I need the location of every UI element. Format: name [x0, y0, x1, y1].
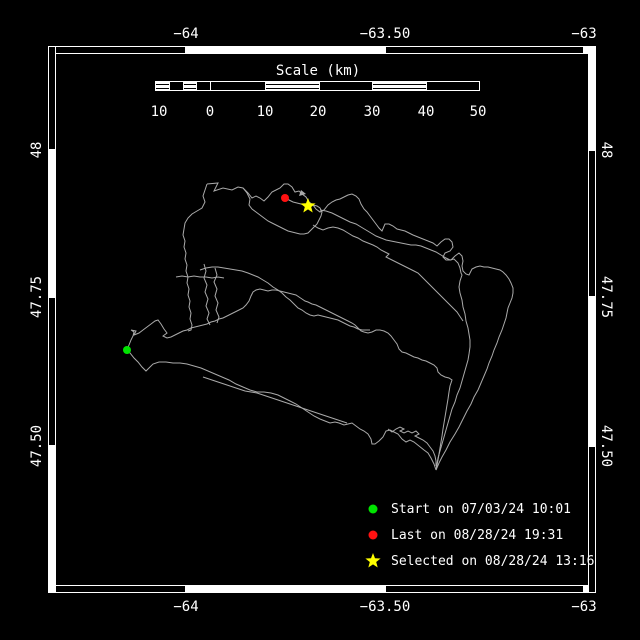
track-line-1	[126, 349, 437, 471]
legend-label-1: Last on 08/28/24 19:31	[391, 527, 564, 543]
legend-label-2: Selected on 08/28/24 13:16	[391, 553, 595, 569]
dot-icon	[368, 504, 378, 514]
direction-marker	[299, 190, 306, 196]
star-icon	[365, 553, 381, 568]
legend-item-2: Selected on 08/28/24 13:16	[364, 551, 595, 571]
track-line-2	[126, 288, 453, 471]
track-line-10	[213, 267, 220, 324]
track-line-4	[199, 266, 370, 331]
track-line-9	[203, 263, 211, 326]
dot-icon	[368, 530, 378, 540]
legend-item-1: Last on 08/28/24 19:31	[364, 525, 563, 545]
legend-dot	[368, 530, 378, 540]
start-marker	[123, 346, 131, 354]
legend-label-0: Start on 07/03/24 10:01	[391, 501, 572, 517]
legend-star	[365, 553, 381, 568]
track-line-5	[319, 209, 471, 471]
selected-marker	[300, 198, 316, 213]
legend-dot	[368, 504, 378, 514]
track-map-plot: −64 −63.50 −63 −64 −63.50 −63 48 47.75 47.50 48 47…	[0, 0, 640, 640]
track-line-12	[202, 376, 348, 424]
track-line-6	[312, 224, 464, 322]
legend-item-0: Start on 07/03/24 10:01	[364, 499, 571, 519]
track-line-3	[182, 183, 208, 332]
last-marker	[281, 194, 289, 202]
